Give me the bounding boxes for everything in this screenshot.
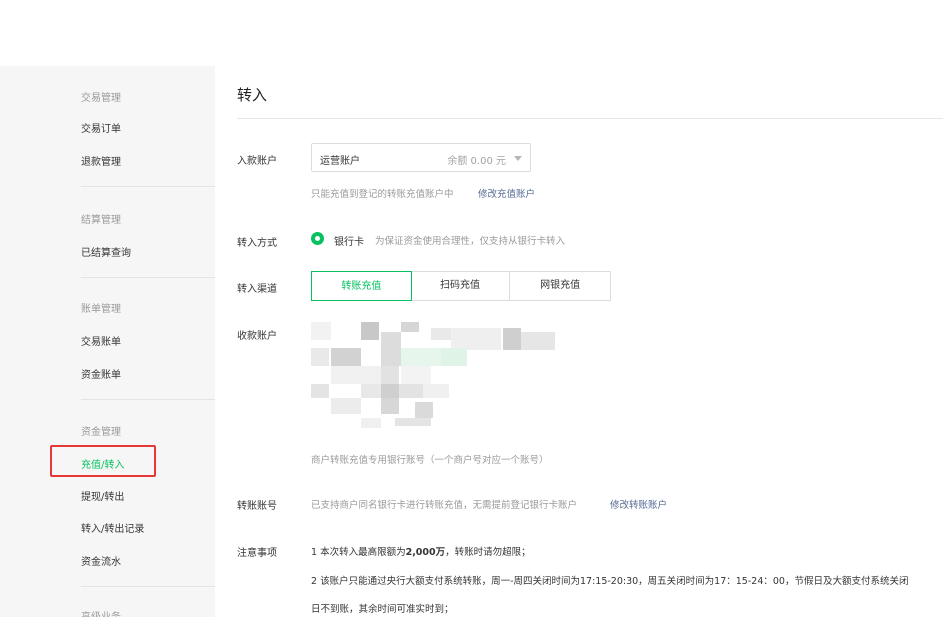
modify-transfer-account-link[interactable]: 修改转账账户	[610, 497, 667, 511]
note-2: 2 该账户只能通过央行大额支付系统转账，周一-周四关闭时间为17:15-20:3…	[311, 576, 909, 587]
account-label: 入款账户	[237, 156, 277, 167]
account-select[interactable]: 运营账户 余额 0.00 元	[311, 143, 531, 172]
note-3: 日不到账，其余时间可准实时到；	[311, 604, 454, 615]
chevron-down-icon	[514, 156, 522, 161]
sidebar-item-fund-flow[interactable]: 资金流水	[81, 553, 121, 568]
tab-scan-recharge[interactable]: 扫码充值	[411, 272, 511, 300]
account-hint: 只能充值到登记的转账充值账户中	[311, 189, 454, 200]
sidebar-divider	[81, 186, 215, 187]
note-1-post: ，转账时请勿超限；	[445, 547, 531, 558]
channel-tabs: 转账充值 扫码充值 网银充值	[311, 271, 611, 301]
sidebar-item-refunds[interactable]: 退款管理	[81, 153, 121, 168]
page-title: 转入	[237, 86, 268, 104]
sidebar-item-trade-orders[interactable]: 交易订单	[81, 120, 121, 135]
channel-label: 转入渠道	[237, 284, 277, 295]
payee-hint: 商户转账充值专用银行账号（一个商户号对应一个账号）	[311, 455, 549, 466]
sidebar-item-settled-query[interactable]: 已结算查询	[81, 244, 131, 259]
redacted-payee-account-image	[311, 322, 561, 432]
sidebar-item-recharge[interactable]: 充值/转入	[81, 456, 124, 471]
note-1-pre: 1 本次转入最高限额为	[311, 547, 406, 558]
sidebar-group-title-advanced: 高级业务	[81, 608, 121, 617]
sidebar-group-title-funds: 资金管理	[81, 427, 121, 438]
account-value: 运营账户	[320, 156, 360, 167]
bank-card-radio-label: 银行卡	[334, 237, 364, 248]
sidebar-item-transfer-records[interactable]: 转入/转出记录	[81, 520, 144, 535]
tab-transfer-recharge[interactable]: 转账充值	[311, 271, 412, 301]
sidebar-group-title-settlement: 结算管理	[81, 215, 121, 226]
note-1: 1 本次转入最高限额为2,000万，转账时请勿超限；	[311, 544, 531, 558]
transfer-account-label: 转账账号	[237, 501, 277, 512]
account-balance: 余额 0.00 元	[447, 156, 506, 167]
modify-recharge-account-link[interactable]: 修改充值账户	[478, 186, 535, 200]
sidebar-item-withdraw[interactable]: 提现/转出	[81, 488, 124, 503]
sidebar-divider	[81, 277, 215, 278]
sidebar-group-title-trade: 交易管理	[81, 93, 121, 104]
note-1-limit: 2,000万	[405, 547, 446, 558]
notes-label: 注意事项	[237, 548, 277, 559]
transfer-account-hint: 已支持商户同名银行卡进行转账充值，无需提前登记银行卡账户	[311, 500, 578, 511]
method-hint: 为保证资金使用合理性，仅支持从银行卡转入	[375, 236, 566, 247]
sidebar-divider	[81, 399, 215, 400]
method-label: 转入方式	[237, 238, 277, 249]
payee-label: 收款账户	[237, 331, 277, 342]
bank-card-radio[interactable]	[311, 232, 324, 245]
title-divider	[237, 118, 943, 119]
sidebar-divider	[81, 586, 215, 587]
sidebar-item-fund-bill[interactable]: 资金账单	[81, 366, 121, 381]
tab-online-banking-recharge[interactable]: 网银充值	[510, 272, 610, 300]
app-root: 交易管理 交易订单 退款管理 结算管理 已结算查询 账单管理 交易账单 资金账单…	[0, 0, 943, 617]
sidebar-group-title-bills: 账单管理	[81, 304, 121, 315]
sidebar-item-trade-bill[interactable]: 交易账单	[81, 333, 121, 348]
